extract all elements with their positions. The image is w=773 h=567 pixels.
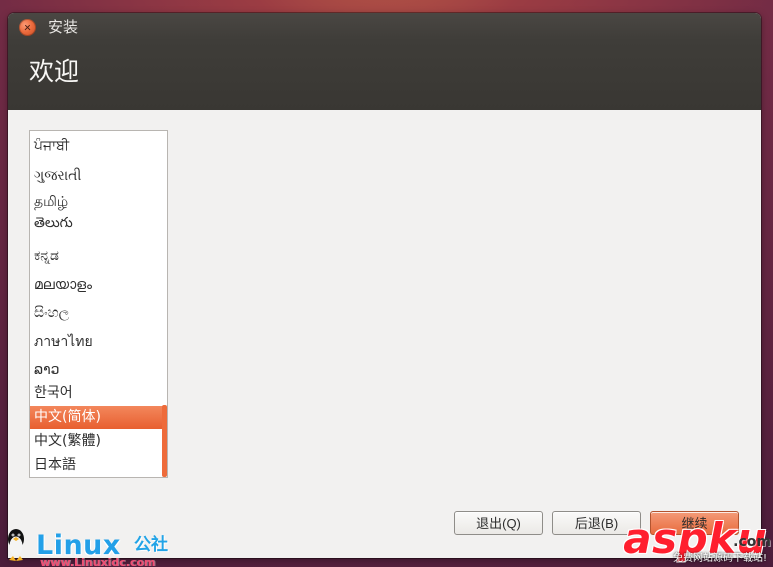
language-item-japanese[interactable]: 日本語 [30,454,164,477]
language-item-tamil[interactable]: தமிழ் [30,191,164,214]
language-list[interactable]: ਪੰਜਾਬੀ ગુજરાતી தமிழ் తెలుగు ಕನ್ನಡ മലയാളം… [30,131,164,477]
language-item-thai[interactable]: ภาษาไทย [30,331,164,354]
language-list-panel: ਪੰਜਾਬੀ ગુજરાતી தமிழ் తెలుగు ಕನ್ನಡ മലയാളം… [29,130,168,478]
window-title: 安装 [48,18,79,36]
language-item-malayalam[interactable]: മലയാളം [30,274,164,297]
installer-window: 安装 欢迎 ਪੰਜਾਬੀ ગુજરાતી தமிழ் తెలుగు ಕನ್ನಡ … [8,13,761,558]
quit-button[interactable]: 退出(Q) [454,511,543,535]
language-item-punjabi[interactable]: ਪੰਜਾਬੀ [30,135,164,158]
desktop-background: 安装 欢迎 ਪੰਜਾਬੀ ગુજરાતી தமிழ் తెలుగు ಕನ್ನಡ … [0,0,773,567]
language-item-chinese-traditional[interactable]: 中文(繁體) [30,430,164,453]
page-title: 欢迎 [29,57,80,86]
language-list-scroll-thumb[interactable] [162,405,167,477]
linux-url: www.Linuxidc.com [40,556,156,567]
welcome-content: ਪੰਜਾਬੀ ગુજરાતી தமிழ் తెలుగు ಕನ್ನಡ മലയാളം… [8,110,761,558]
language-item-lao[interactable]: ລາວ [30,359,164,382]
continue-button[interactable]: 继续 [650,511,739,535]
back-button[interactable]: 后退(B) [552,511,641,535]
close-icon[interactable] [19,19,36,36]
language-item-kannada[interactable]: ಕನ್ನಡ [30,245,164,268]
language-item-chinese-simplified[interactable]: 中文(简体) [30,406,164,429]
language-item-korean[interactable]: 한국어 [30,382,164,405]
language-item-gujarati[interactable]: ગુજરાતી [30,165,164,188]
title-bar: 安装 欢迎 [8,13,761,110]
language-list-scrollbar[interactable] [162,131,167,477]
language-item-telugu[interactable]: తెలుగు [30,212,164,235]
language-item-sinhala[interactable]: සිංහල [30,302,164,325]
